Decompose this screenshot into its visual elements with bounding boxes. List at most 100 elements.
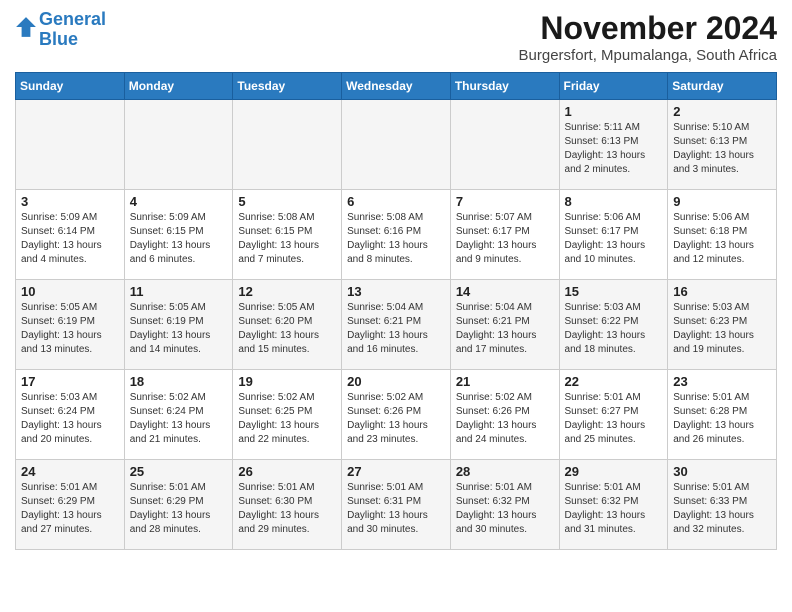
day-number: 11 <box>130 284 228 299</box>
day-info: Sunrise: 5:08 AM Sunset: 6:16 PM Dayligh… <box>347 211 445 267</box>
calendar-day: 8 Sunrise: 5:06 AM Sunset: 6:17 PM Daylig… <box>559 190 668 280</box>
day-number: 4 <box>130 194 228 209</box>
day-number: 3 <box>21 194 119 209</box>
day-number: 12 <box>238 284 336 299</box>
logo-icon <box>15 16 37 38</box>
day-number: 6 <box>347 194 445 209</box>
calendar-day: 27Sunrise: 5:01 AM Sunset: 6:31 PM Dayli… <box>342 460 451 550</box>
day-number: 15 <box>565 284 663 299</box>
day-number: 17 <box>21 374 119 389</box>
calendar-day: 22 Sunrise: 5:01 AM Sunset: 6:27 PM Dayli… <box>559 370 668 460</box>
day-number: 21 <box>456 374 554 389</box>
day-info: Sunrise: 5:01 AM Sunset: 6:28 PM Dayligh… <box>673 391 771 447</box>
calendar-day: 20 Sunrise: 5:02 AM Sunset: 6:26 PM Dayli… <box>342 370 451 460</box>
logo-line1: General <box>39 9 106 29</box>
weekday-header: Saturday <box>668 73 777 100</box>
day-number: 28 <box>456 464 554 479</box>
day-info: Sunrise: 5:01 AM Sunset: 6:29 PM Dayligh… <box>130 481 228 537</box>
day-info: Sunrise: 5:06 AM Sunset: 6:17 PM Dayligh… <box>565 211 663 267</box>
calendar-day: 18 Sunrise: 5:02 AM Sunset: 6:24 PM Dayli… <box>124 370 233 460</box>
day-info: Sunrise: 5:11 AM Sunset: 6:13 PM Dayligh… <box>565 121 663 177</box>
calendar-day: 3 Sunrise: 5:09 AM Sunset: 6:14 PM Daylig… <box>16 190 125 280</box>
day-number: 7 <box>456 194 554 209</box>
day-info: Sunrise: 5:02 AM Sunset: 6:26 PM Dayligh… <box>456 391 554 447</box>
calendar-day: 10 Sunrise: 5:05 AM Sunset: 6:19 PM Dayli… <box>16 280 125 370</box>
calendar-day: 21 Sunrise: 5:02 AM Sunset: 6:26 PM Dayli… <box>450 370 559 460</box>
calendar-day: 14Sunrise: 5:04 AM Sunset: 6:21 PM Dayli… <box>450 280 559 370</box>
day-number: 13 <box>347 284 445 299</box>
day-info: Sunrise: 5:05 AM Sunset: 6:19 PM Dayligh… <box>21 301 119 357</box>
day-info: Sunrise: 5:01 AM Sunset: 6:29 PM Dayligh… <box>21 481 119 537</box>
day-number: 18 <box>130 374 228 389</box>
calendar-day: 17 Sunrise: 5:03 AM Sunset: 6:24 PM Dayli… <box>16 370 125 460</box>
weekday-header: Friday <box>559 73 668 100</box>
calendar-day: 26Sunrise: 5:01 AM Sunset: 6:30 PM Dayli… <box>233 460 342 550</box>
day-number: 9 <box>673 194 771 209</box>
weekday-header: Thursday <box>450 73 559 100</box>
calendar-day: 5 Sunrise: 5:08 AM Sunset: 6:15 PM Daylig… <box>233 190 342 280</box>
day-number: 2 <box>673 104 771 119</box>
calendar-day: 13 Sunrise: 5:04 AM Sunset: 6:21 PM Dayli… <box>342 280 451 370</box>
calendar-empty <box>233 100 342 190</box>
calendar-day: 28 Sunrise: 5:01 AM Sunset: 6:32 PM Dayli… <box>450 460 559 550</box>
day-info: Sunrise: 5:02 AM Sunset: 6:25 PM Dayligh… <box>238 391 336 447</box>
calendar-day: 16 Sunrise: 5:03 AM Sunset: 6:23 PM Dayli… <box>668 280 777 370</box>
calendar-empty <box>16 100 125 190</box>
calendar-day: 29Sunrise: 5:01 AM Sunset: 6:32 PM Dayli… <box>559 460 668 550</box>
calendar-day: 19 Sunrise: 5:02 AM Sunset: 6:25 PM Dayli… <box>233 370 342 460</box>
logo: General Blue <box>15 10 106 50</box>
day-info: Sunrise: 5:03 AM Sunset: 6:24 PM Dayligh… <box>21 391 119 447</box>
day-number: 24 <box>21 464 119 479</box>
weekday-header: Tuesday <box>233 73 342 100</box>
calendar-day: 30 Sunrise: 5:01 AM Sunset: 6:33 PM Dayli… <box>668 460 777 550</box>
calendar-day: 2 Sunrise: 5:10 AM Sunset: 6:13 PM Daylig… <box>668 100 777 190</box>
weekday-header: Monday <box>124 73 233 100</box>
day-info: Sunrise: 5:10 AM Sunset: 6:13 PM Dayligh… <box>673 121 771 177</box>
day-info: Sunrise: 5:02 AM Sunset: 6:24 PM Dayligh… <box>130 391 228 447</box>
calendar-day: 23Sunrise: 5:01 AM Sunset: 6:28 PM Dayli… <box>668 370 777 460</box>
day-info: Sunrise: 5:06 AM Sunset: 6:18 PM Dayligh… <box>673 211 771 267</box>
day-info: Sunrise: 5:01 AM Sunset: 6:31 PM Dayligh… <box>347 481 445 537</box>
calendar-table: SundayMondayTuesdayWednesdayThursdayFrid… <box>15 72 777 550</box>
location: Burgersfort, Mpumalanga, South Africa <box>519 47 777 64</box>
day-number: 19 <box>238 374 336 389</box>
day-info: Sunrise: 5:09 AM Sunset: 6:14 PM Dayligh… <box>21 211 119 267</box>
day-info: Sunrise: 5:09 AM Sunset: 6:15 PM Dayligh… <box>130 211 228 267</box>
day-number: 25 <box>130 464 228 479</box>
day-number: 16 <box>673 284 771 299</box>
calendar-empty <box>342 100 451 190</box>
day-info: Sunrise: 5:01 AM Sunset: 6:33 PM Dayligh… <box>673 481 771 537</box>
calendar-day: 11 Sunrise: 5:05 AM Sunset: 6:19 PM Dayli… <box>124 280 233 370</box>
day-info: Sunrise: 5:05 AM Sunset: 6:19 PM Dayligh… <box>130 301 228 357</box>
calendar-empty <box>124 100 233 190</box>
weekday-header: Wednesday <box>342 73 451 100</box>
day-info: Sunrise: 5:01 AM Sunset: 6:32 PM Dayligh… <box>565 481 663 537</box>
day-info: Sunrise: 5:05 AM Sunset: 6:20 PM Dayligh… <box>238 301 336 357</box>
day-number: 8 <box>565 194 663 209</box>
day-number: 22 <box>565 374 663 389</box>
day-number: 30 <box>673 464 771 479</box>
day-info: Sunrise: 5:03 AM Sunset: 6:23 PM Dayligh… <box>673 301 771 357</box>
day-number: 5 <box>238 194 336 209</box>
calendar-day: 6 Sunrise: 5:08 AM Sunset: 6:16 PM Daylig… <box>342 190 451 280</box>
day-number: 1 <box>565 104 663 119</box>
calendar-day: 7 Sunrise: 5:07 AM Sunset: 6:17 PM Daylig… <box>450 190 559 280</box>
calendar-day: 25 Sunrise: 5:01 AM Sunset: 6:29 PM Dayli… <box>124 460 233 550</box>
weekday-header: Sunday <box>16 73 125 100</box>
day-info: Sunrise: 5:04 AM Sunset: 6:21 PM Dayligh… <box>347 301 445 357</box>
day-info: Sunrise: 5:01 AM Sunset: 6:32 PM Dayligh… <box>456 481 554 537</box>
day-info: Sunrise: 5:01 AM Sunset: 6:27 PM Dayligh… <box>565 391 663 447</box>
calendar-day: 1 Sunrise: 5:11 AM Sunset: 6:13 PM Daylig… <box>559 100 668 190</box>
day-info: Sunrise: 5:07 AM Sunset: 6:17 PM Dayligh… <box>456 211 554 267</box>
logo-line2: Blue <box>39 29 78 49</box>
day-number: 10 <box>21 284 119 299</box>
calendar-day: 15Sunrise: 5:03 AM Sunset: 6:22 PM Dayli… <box>559 280 668 370</box>
day-info: Sunrise: 5:08 AM Sunset: 6:15 PM Dayligh… <box>238 211 336 267</box>
day-info: Sunrise: 5:01 AM Sunset: 6:30 PM Dayligh… <box>238 481 336 537</box>
calendar-header: SundayMondayTuesdayWednesdayThursdayFrid… <box>16 73 777 100</box>
day-number: 20 <box>347 374 445 389</box>
calendar-day: 9 Sunrise: 5:06 AM Sunset: 6:18 PM Daylig… <box>668 190 777 280</box>
calendar-day: 12 Sunrise: 5:05 AM Sunset: 6:20 PM Dayli… <box>233 280 342 370</box>
header: General Blue November 2024 Burgersfort, … <box>15 10 777 64</box>
day-info: Sunrise: 5:02 AM Sunset: 6:26 PM Dayligh… <box>347 391 445 447</box>
